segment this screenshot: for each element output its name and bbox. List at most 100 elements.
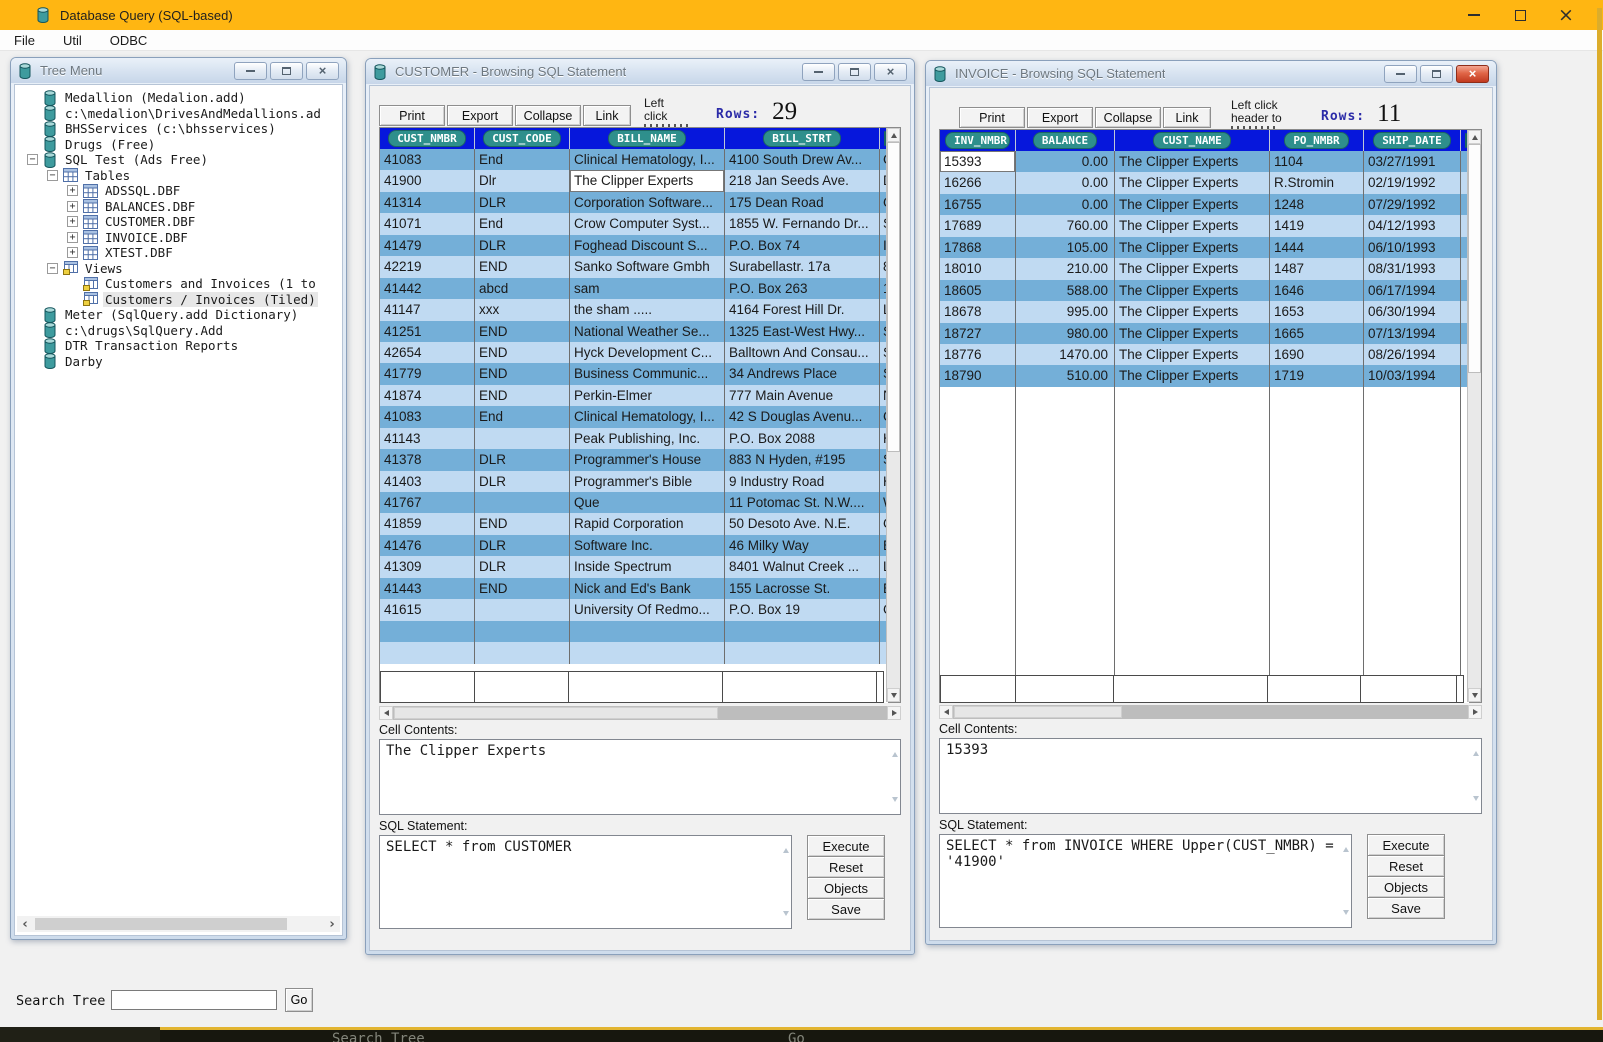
table-cell[interactable]: 1325 East-West Hwy... [725,321,880,342]
sql-statement-box[interactable]: SELECT * from INVOICE WHERE Upper(CUST_N… [939,834,1352,928]
table-cell[interactable]: The Clipper Experts [1115,215,1270,236]
table-cell[interactable]: 15393 [940,151,1016,172]
table-row[interactable]: 42654ENDHyck Development C...Balltown An… [380,342,888,363]
table-cell[interactable]: The Clipper Experts [570,170,725,191]
table-cell[interactable]: END [475,513,570,534]
table-cell[interactable]: 1248 [1270,194,1364,215]
table-row[interactable]: 41443ENDNick and Ed's Bank155 Lacrosse S… [380,578,888,599]
collapse-button[interactable]: Collapse [515,105,581,126]
table-cell[interactable] [570,621,725,642]
table-cell[interactable]: Hyck Development C... [570,342,725,363]
table-cell[interactable]: The Clipper Experts [1115,344,1270,365]
table-row[interactable]: 41767Que11 Potomac St. N.W....W [380,492,888,513]
table-cell[interactable]: Crow Computer Syst... [570,213,725,234]
expand-icon[interactable]: + [67,216,78,227]
link-button[interactable]: Link [583,105,631,126]
table-cell[interactable]: 0.00 [1016,151,1115,172]
table-cell[interactable]: 42 S Douglas Avenu... [725,406,880,427]
table-cell[interactable]: 41251 [380,321,475,342]
table-row[interactable]: 41442abcdsamP.O. Box 2631 [380,278,888,299]
table-cell[interactable] [570,642,725,663]
table-cell[interactable]: 41314 [380,192,475,213]
column-header-cust_code[interactable]: CUST_CODE [483,130,561,147]
tree-item[interactable]: DTR Transaction Reports [17,338,340,354]
table-cell[interactable]: END [475,363,570,384]
table-cell[interactable]: Clinical Hematology, I... [570,406,725,427]
tree-item[interactable]: −Views [17,261,340,277]
table-row[interactable]: 41314DLRCorporation Software...175 Dean … [380,192,888,213]
table-cell[interactable]: 07/13/1994 [1364,323,1461,344]
table-cell[interactable]: Peak Publishing, Inc. [570,428,725,449]
table-cell[interactable]: 18727 [940,323,1016,344]
table-cell[interactable]: 18605 [940,280,1016,301]
scroll-up-icon[interactable] [887,128,900,142]
table-cell[interactable]: 41083 [380,149,475,170]
go-button[interactable]: Go [285,988,313,1012]
scroll-left-icon[interactable] [939,705,953,719]
table-cell[interactable]: DLR [475,471,570,492]
export-button[interactable]: Export [447,105,513,126]
table-row[interactable]: 41378DLRProgrammer's House883 N Hyden, #… [380,449,888,470]
table-cell[interactable]: Clinical Hematology, I... [570,149,725,170]
new-record-cell[interactable] [1113,675,1268,703]
table-cell[interactable]: 883 N Hyden, #195 [725,449,880,470]
table-cell[interactable]: END [475,385,570,406]
scrollbar-thumb[interactable] [954,706,1122,718]
tree-item[interactable]: +XTEST.DBF [17,245,340,261]
table-row[interactable]: 18010210.00The Clipper Experts148708/31/… [940,258,1469,279]
table-cell[interactable]: P.O. Box 19 [725,599,880,620]
column-header-balance[interactable]: BALANCE [1033,132,1097,149]
table-cell[interactable]: 4164 Forest Hill Dr. [725,299,880,320]
table-cell[interactable]: 18790 [940,365,1016,386]
column-header-bill_name[interactable]: BILL_NAME [608,130,686,147]
table-cell[interactable]: The Clipper Experts [1115,172,1270,193]
table-cell[interactable]: The Clipper Experts [1115,151,1270,172]
column-header-bill_strt[interactable]: BILL_STRT [763,130,841,147]
table-cell[interactable]: 41147 [380,299,475,320]
table-cell[interactable]: 0.00 [1016,172,1115,193]
tree-item[interactable]: c:\medalion\DrivesAndMedallions.ad [17,106,340,122]
table-cell[interactable]: 1646 [1270,280,1364,301]
tree-item[interactable]: Medallion (Medalion.add) [17,90,340,106]
scrollbar-thumb[interactable] [887,142,900,452]
table-cell[interactable]: Foghead Discount S... [570,235,725,256]
close-button[interactable]: × [1456,65,1489,83]
table-cell[interactable]: Programmer's Bible [570,471,725,492]
table-cell[interactable]: 18776 [940,344,1016,365]
scroll-right-icon[interactable]: › [324,917,340,932]
customer-titlebar[interactable]: CUSTOMER - Browsing SQL Statement × [366,59,914,84]
table-cell[interactable]: 18010 [940,258,1016,279]
table-row[interactable]: 41403DLRProgrammer's Bible9 Industry Roa… [380,471,888,492]
table-cell[interactable]: 03/27/1991 [1364,151,1461,172]
table-cell[interactable]: 41378 [380,449,475,470]
horizontal-scrollbar[interactable] [939,705,1482,719]
table-cell[interactable]: the sham ..... [570,299,725,320]
scroll-right-icon[interactable] [887,706,901,720]
maximize-button[interactable] [270,62,303,80]
table-cell[interactable]: DLR [475,192,570,213]
table-row[interactable]: 41859ENDRapid Corporation50 Desoto Ave. … [380,513,888,534]
table-cell[interactable]: The Clipper Experts [1115,280,1270,301]
table-cell[interactable] [725,642,880,663]
link-button[interactable]: Link [1163,107,1211,128]
print-button[interactable]: Print [379,105,445,126]
save-button[interactable]: Save [1367,897,1445,919]
tree-item[interactable]: c:\drugs\SqlQuery.Add [17,323,340,339]
table-cell[interactable]: DLR [475,535,570,556]
table-row[interactable]: 18605588.00The Clipper Experts164606/17/… [940,280,1469,301]
table-cell[interactable]: 155 Lacrosse St. [725,578,880,599]
tree-horizontal-scrollbar[interactable]: ‹ › [17,916,340,932]
table-row[interactable]: 41476DLRSoftware Inc.46 Milky WayE [380,535,888,556]
table-row[interactable]: 41071EndCrow Computer Syst...1855 W. Fer… [380,213,888,234]
table-cell[interactable]: 41479 [380,235,475,256]
minimize-button[interactable] [1451,0,1497,30]
menu-odbc[interactable]: ODBC [110,33,148,48]
table-cell[interactable]: DLR [475,556,570,577]
table-row[interactable]: 41143Peak Publishing, Inc.P.O. Box 2088H [380,428,888,449]
table-cell[interactable]: sam [570,278,725,299]
table-cell[interactable]: 1855 W. Fernando Dr... [725,213,880,234]
table-cell[interactable]: DLR [475,449,570,470]
table-cell[interactable]: The Clipper Experts [1115,258,1270,279]
new-record-cell[interactable] [1267,675,1361,703]
execute-button[interactable]: Execute [807,835,885,857]
